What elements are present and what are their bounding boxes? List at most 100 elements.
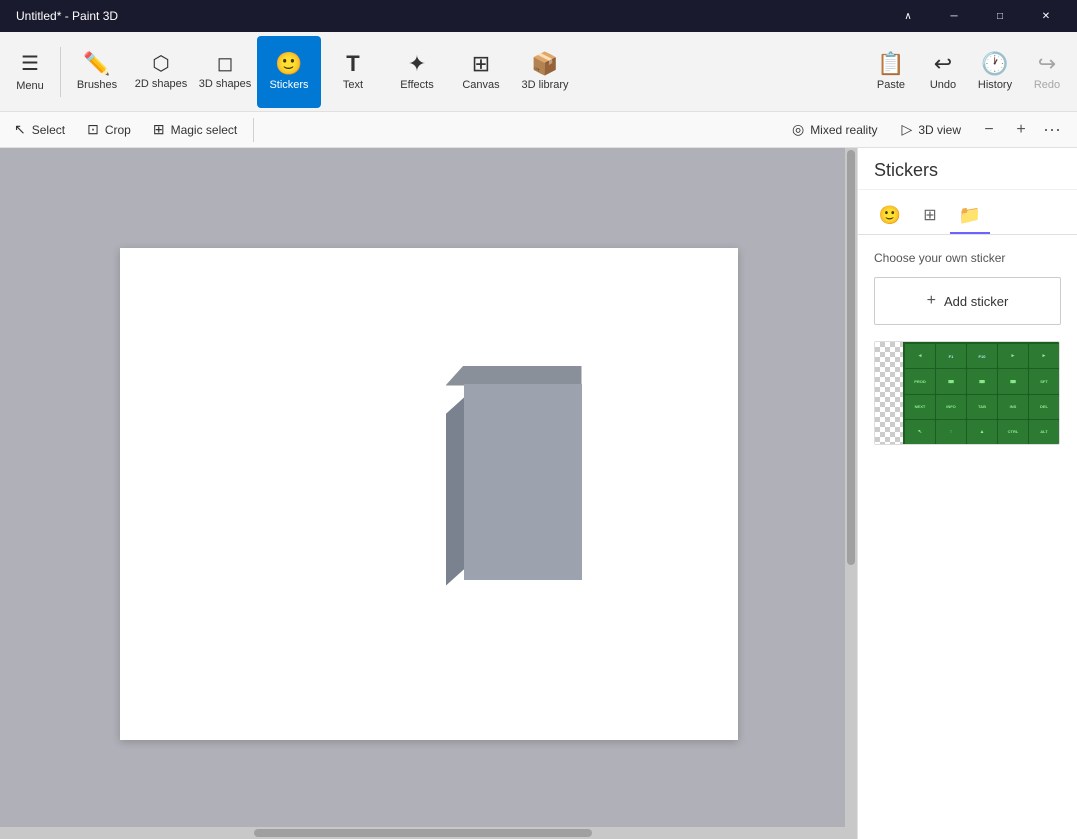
- undo-tool[interactable]: ↩ Undo: [917, 36, 969, 108]
- 2dshapes-label: 2D shapes: [135, 78, 188, 90]
- panel-tab-stickers[interactable]: ⊞: [910, 198, 950, 234]
- 3dshapes-tool[interactable]: ◻ 3D shapes: [193, 36, 257, 108]
- canvas-icon: ⊞: [472, 53, 490, 75]
- maximize-button[interactable]: □: [977, 0, 1023, 32]
- panel-title: Stickers: [858, 148, 1077, 190]
- effects-label: Effects: [400, 79, 433, 91]
- key-17: ↑: [936, 420, 966, 444]
- sticker-image: ◄ F1 F10 ► ► PROD ⌨ ⌨ ⌨ SFT NEXT INFO TA…: [903, 342, 1060, 445]
- history-icon: 🕐: [981, 53, 1008, 75]
- key-6: PROD: [905, 369, 935, 393]
- 3dview-icon: ▷: [902, 121, 913, 138]
- zoom-out-button[interactable]: −: [975, 116, 1003, 144]
- folder-tab-icon: 📁: [959, 205, 981, 226]
- mixed-reality-tool[interactable]: ◎ Mixed reality: [782, 116, 888, 144]
- effects-icon: ✦: [408, 53, 426, 75]
- title-text: Untitled* - Paint 3D: [8, 9, 885, 23]
- key-15: DEL: [1029, 395, 1059, 419]
- brushes-label: Brushes: [77, 79, 117, 91]
- brushes-icon: ✏️: [83, 53, 110, 75]
- canvas-scrollbar-horizontal[interactable]: [0, 827, 845, 839]
- key-2: F1: [936, 344, 966, 368]
- paste-label: Paste: [877, 79, 905, 91]
- brushes-tool[interactable]: ✏️ Brushes: [65, 36, 129, 108]
- main-toolbar: ☰ Menu ✏️ Brushes ⬡ 2D shapes ◻ 3D shape…: [0, 32, 1077, 112]
- right-panel: Stickers 🙂 ⊞ 📁 Choose your own sticker +…: [857, 148, 1077, 839]
- toolbar-separator-1: [60, 47, 61, 97]
- key-5: ►: [1029, 344, 1059, 368]
- paste-tool[interactable]: 📋 Paste: [865, 36, 917, 108]
- key-12: INFO: [936, 395, 966, 419]
- 2dshapes-tool[interactable]: ⬡ 2D shapes: [129, 36, 193, 108]
- text-label: Text: [343, 79, 363, 91]
- key-8: ⌨: [967, 369, 997, 393]
- text-icon: T: [346, 53, 359, 75]
- titlebar: Untitled* - Paint 3D ∧ ─ □ ✕: [0, 0, 1077, 32]
- canvas-scrollbar-vertical[interactable]: [845, 148, 857, 839]
- minimize-button[interactable]: ─: [931, 0, 977, 32]
- zoom-controls: ◎ Mixed reality ▷ 3D view − + ···: [782, 116, 1065, 144]
- close-button[interactable]: ✕: [1023, 0, 1069, 32]
- key-3: F10: [967, 344, 997, 368]
- main-area: Stickers 🙂 ⊞ 📁 Choose your own sticker +…: [0, 148, 1077, 839]
- key-16: ↖: [905, 420, 935, 444]
- 3dshapes-label: 3D shapes: [199, 78, 252, 90]
- shape-front-face: [464, 384, 582, 580]
- 3dlibrary-tool[interactable]: 📦 3D library: [513, 36, 577, 108]
- text-tool[interactable]: T Text: [321, 36, 385, 108]
- secondary-toolbar: ↖ Select ⊡ Crop ⊞ Magic select ◎ Mixed r…: [0, 112, 1077, 148]
- zoom-in-button[interactable]: +: [1007, 116, 1035, 144]
- panel-tab-folder[interactable]: 📁: [950, 198, 990, 234]
- effects-tool[interactable]: ✦ Effects: [385, 36, 449, 108]
- crop-tool[interactable]: ⊡ Crop: [77, 116, 141, 144]
- key-9: ⌨: [998, 369, 1028, 393]
- magic-select-icon: ⊞: [153, 121, 165, 138]
- add-sticker-plus-icon: +: [927, 292, 936, 310]
- select-tool[interactable]: ↖ Select: [4, 116, 75, 144]
- crop-icon: ⊡: [87, 121, 99, 138]
- 3dlibrary-label: 3D library: [521, 79, 568, 91]
- magic-select-tool[interactable]: ⊞ Magic select: [143, 116, 247, 144]
- panel-tabs: 🙂 ⊞ 📁: [858, 190, 1077, 235]
- 3dview-tool[interactable]: ▷ 3D view: [892, 116, 971, 144]
- canvas-tool[interactable]: ⊞ Canvas: [449, 36, 513, 108]
- redo-tool[interactable]: ↪ Redo: [1021, 36, 1073, 108]
- zoom-more-button[interactable]: ···: [1039, 119, 1065, 140]
- 3dview-label: 3D view: [918, 123, 961, 137]
- add-sticker-button[interactable]: + Add sticker: [874, 277, 1061, 325]
- key-7: ⌨: [936, 369, 966, 393]
- mixed-reality-icon: ◎: [792, 121, 804, 138]
- sticker-preview[interactable]: ◄ F1 F10 ► ► PROD ⌨ ⌨ ⌨ SFT NEXT INFO TA…: [874, 341, 1060, 445]
- key-1: ◄: [905, 344, 935, 368]
- stickers-icon: 🙂: [275, 53, 302, 75]
- canvas-label: Canvas: [462, 79, 499, 91]
- select-label: Select: [32, 123, 65, 137]
- panel-tab-emoji[interactable]: 🙂: [870, 198, 910, 234]
- undo-label: Undo: [930, 79, 956, 91]
- shape-top-face: [446, 366, 582, 386]
- canvas-area[interactable]: [0, 148, 857, 839]
- window-controls: ∧ ─ □ ✕: [885, 0, 1069, 32]
- sec-separator-1: [253, 118, 254, 142]
- key-14: INS: [998, 395, 1028, 419]
- 3dshapes-icon: ◻: [217, 54, 234, 74]
- magic-select-label: Magic select: [171, 123, 238, 137]
- redo-label: Redo: [1034, 79, 1060, 91]
- collapse-button[interactable]: ∧: [885, 0, 931, 32]
- redo-icon: ↪: [1038, 53, 1056, 75]
- key-10: SFT: [1029, 369, 1059, 393]
- stickers-label: Stickers: [269, 79, 308, 91]
- canvas[interactable]: [120, 248, 738, 740]
- mixed-reality-label: Mixed reality: [810, 123, 877, 137]
- emoji-tab-icon: 🙂: [879, 205, 901, 226]
- undo-icon: ↩: [934, 53, 952, 75]
- paste-icon: 📋: [877, 53, 904, 75]
- key-18: ▲: [967, 420, 997, 444]
- key-4: ►: [998, 344, 1028, 368]
- history-tool[interactable]: 🕐 History: [969, 36, 1021, 108]
- panel-content: Choose your own sticker + Add sticker ◄ …: [858, 235, 1077, 839]
- stickers-tool[interactable]: 🙂 Stickers: [257, 36, 321, 108]
- menu-button[interactable]: ☰ Menu: [4, 36, 56, 108]
- menu-label: Menu: [16, 80, 44, 92]
- panel-section-title: Choose your own sticker: [874, 251, 1061, 265]
